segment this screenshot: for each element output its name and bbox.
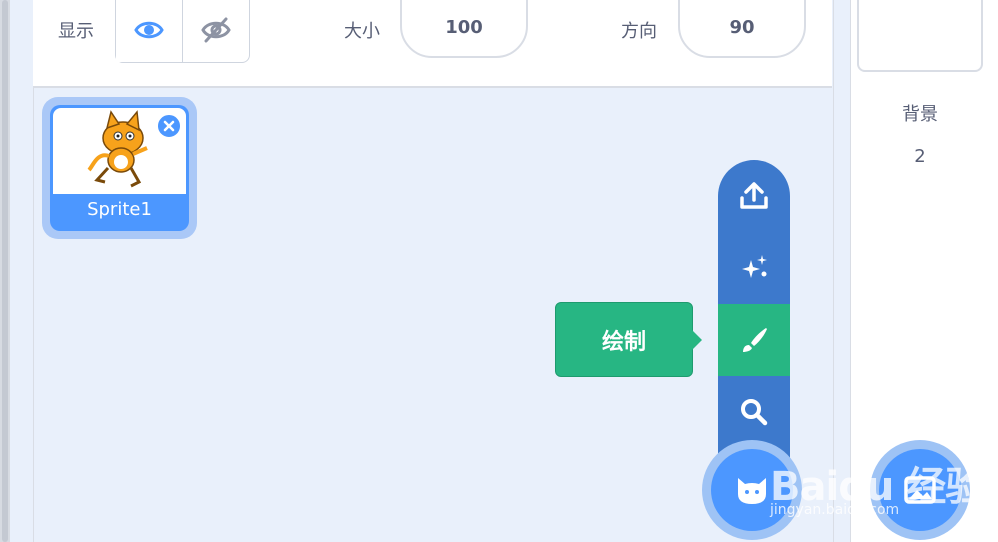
eye-icon [134, 21, 164, 38]
choose-sprite-button[interactable] [718, 376, 790, 448]
upload-sprite-button[interactable] [718, 160, 790, 232]
cat-icon [738, 478, 766, 504]
direction-label: 方向 [621, 21, 657, 42]
eye-slash-icon [201, 17, 231, 42]
watermark: Baidu 经验 jingyan.baidu.com [770, 440, 998, 542]
direction-input[interactable]: 90 [678, 0, 806, 58]
show-sprite-button[interactable] [116, 0, 182, 62]
visibility-toggle [115, 0, 250, 63]
upload-icon [740, 182, 768, 209]
surprise-sprite-button[interactable] [718, 232, 790, 304]
paint-tooltip: 绘制 [555, 302, 693, 377]
paint-icon [743, 328, 767, 352]
size-input[interactable]: 100 [400, 0, 528, 58]
surprise-icon [742, 255, 767, 278]
left-scrollbar[interactable] [0, 0, 10, 542]
search-icon [741, 399, 768, 426]
sprite-info-panel: 显示 大小 100 方向 90 [33, 0, 832, 88]
sprite-name: Sprite1 [87, 199, 152, 220]
backdrop-label: 背景 [902, 104, 938, 125]
hide-sprite-button[interactable] [182, 0, 249, 62]
delete-sprite-button[interactable] [156, 113, 182, 139]
close-icon [163, 120, 175, 132]
stage-thumbnail[interactable] [857, 0, 983, 72]
paint-sprite-button[interactable] [718, 304, 790, 376]
show-label: 显示 [58, 21, 94, 42]
tooltip-arrow [692, 330, 702, 350]
backdrop-count: 2 [914, 146, 926, 167]
size-label: 大小 [344, 21, 380, 42]
watermark-url: jingyan.baidu.com [770, 502, 900, 518]
